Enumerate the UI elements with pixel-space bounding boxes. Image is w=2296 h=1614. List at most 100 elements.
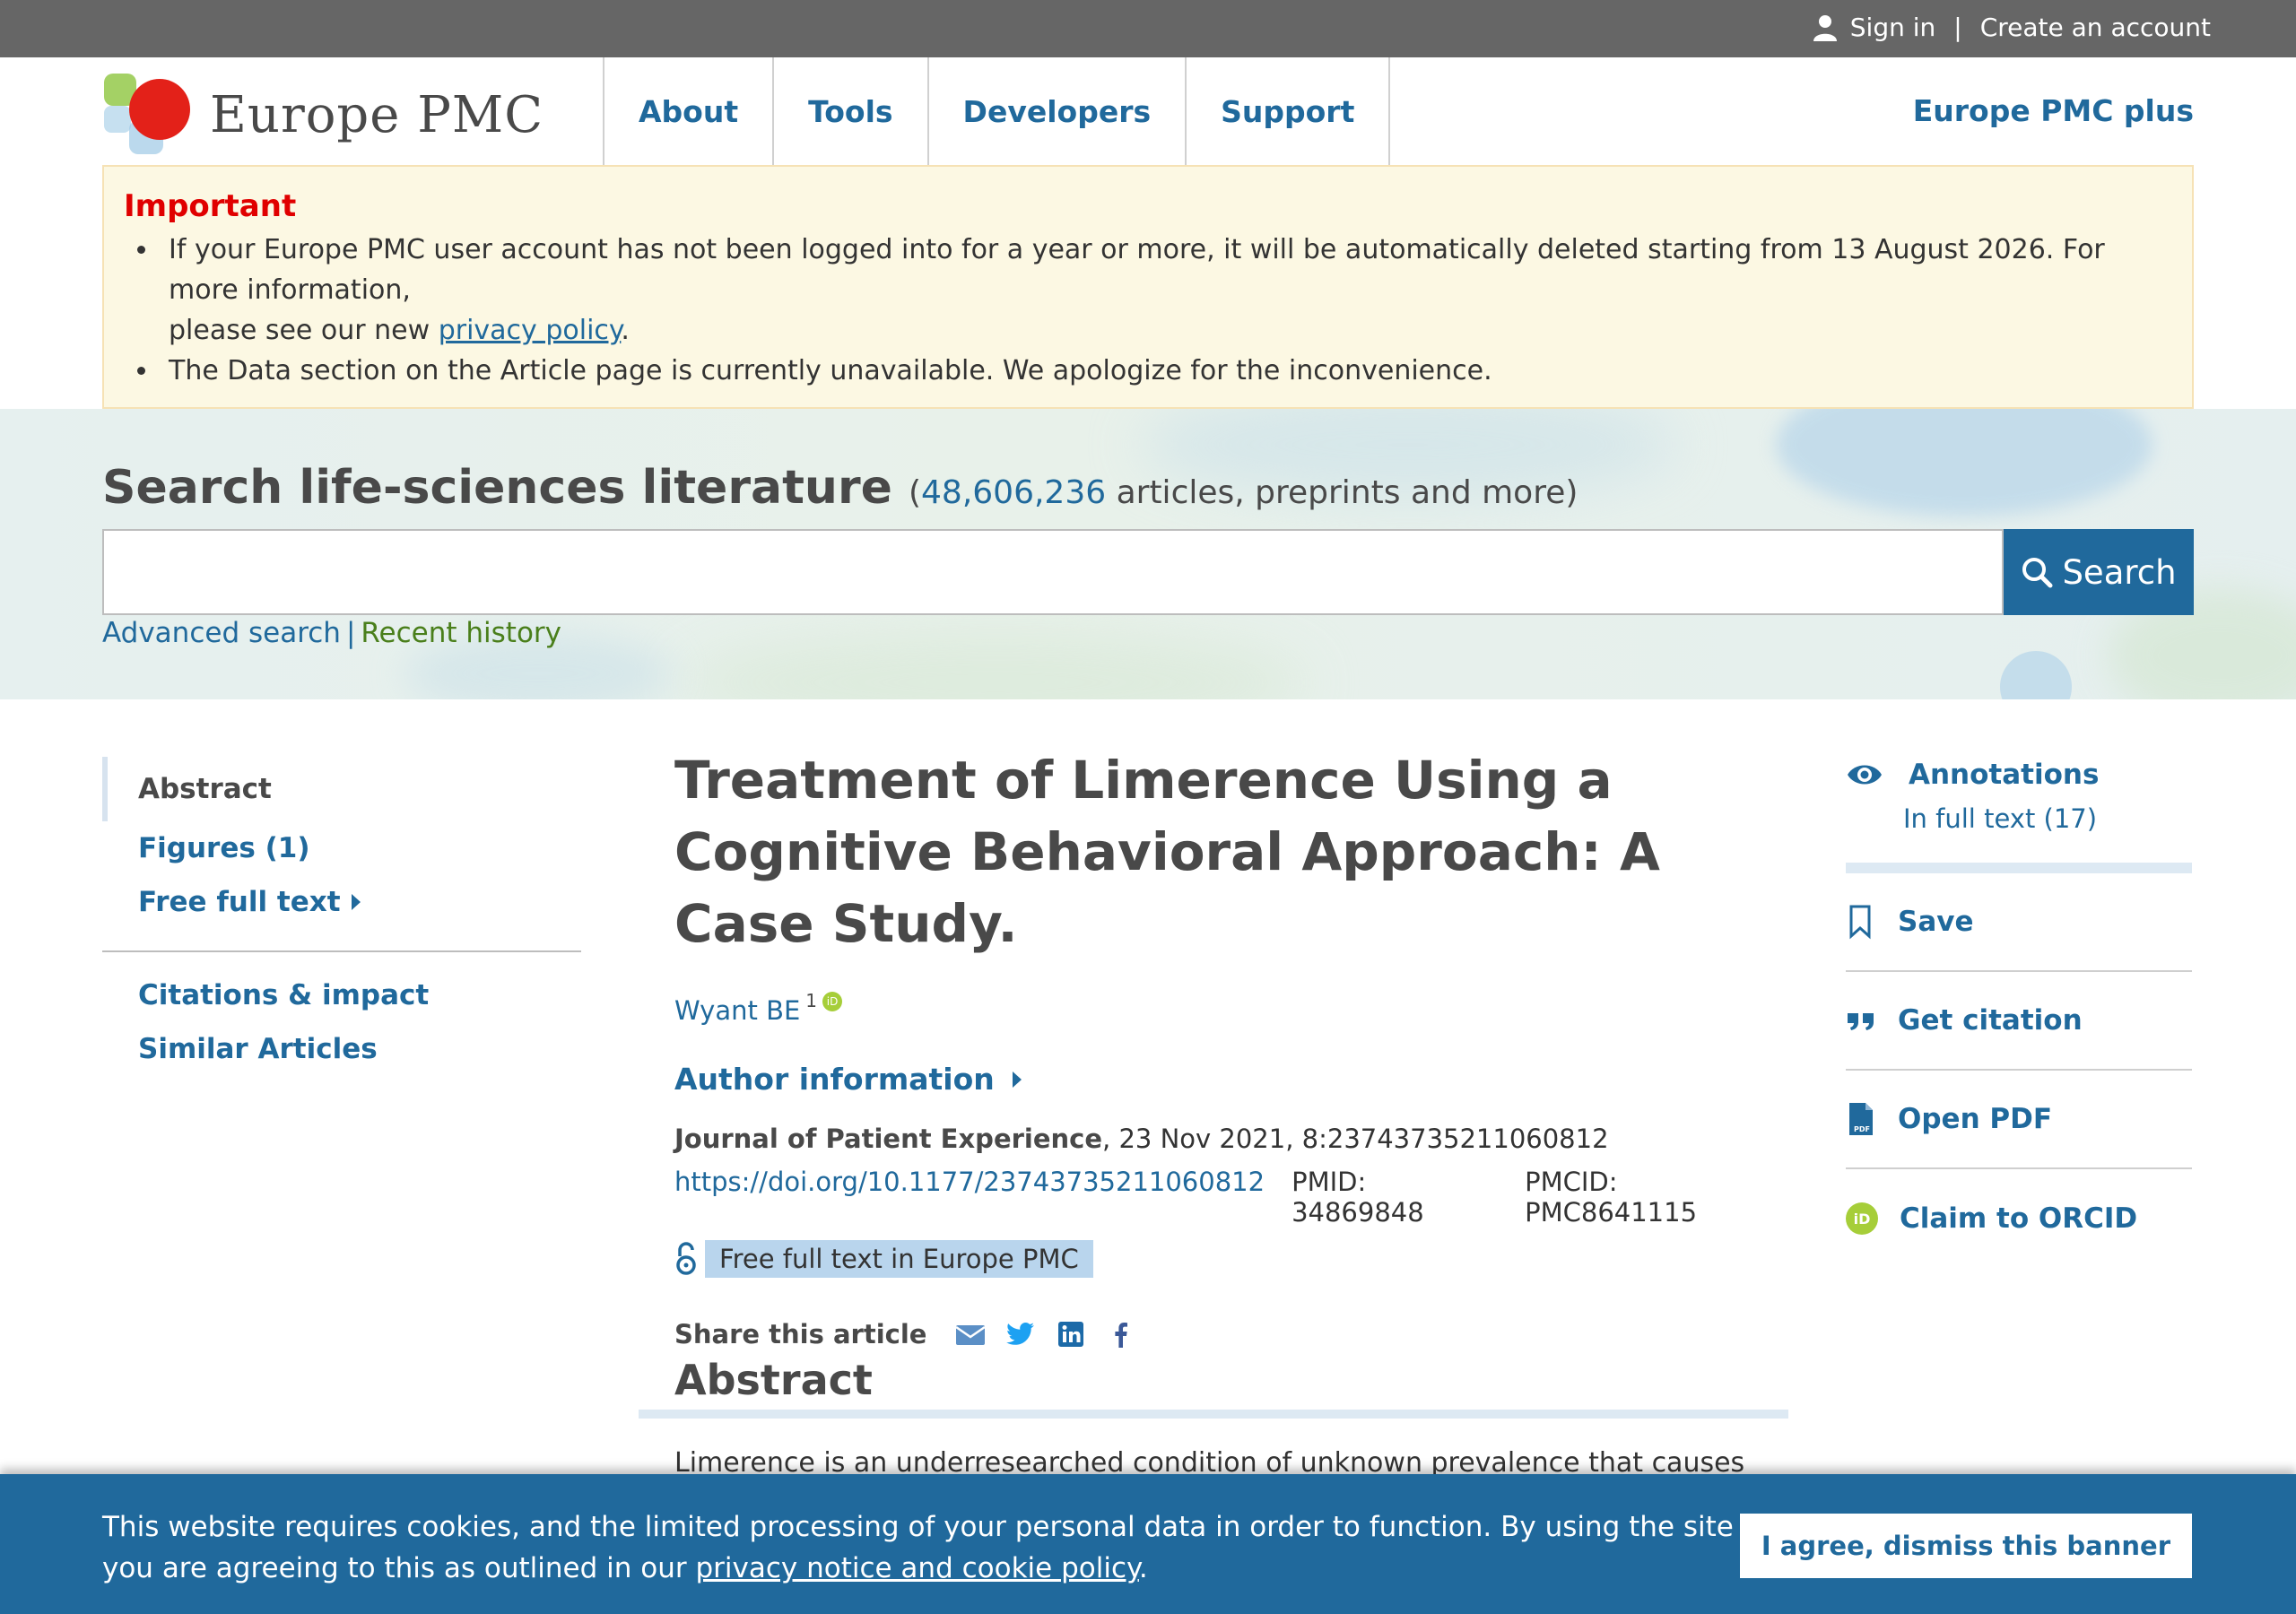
eye-icon	[1848, 765, 1882, 785]
leftnav-figures[interactable]: Figures (1)	[102, 821, 581, 875]
cookie-message: This website requires cookies, and the l…	[102, 1506, 1735, 1589]
background-blob	[1776, 409, 2152, 516]
orcid-icon: iD	[1846, 1202, 1878, 1235]
email-icon[interactable]	[955, 1320, 987, 1349]
open-pdf-label: Open PDF	[1898, 1103, 2053, 1135]
search-links: Advanced search | Recent history	[102, 617, 561, 649]
leftnav-citations[interactable]: Citations & impact	[102, 968, 581, 1022]
author-link[interactable]: Wyant BE	[674, 995, 800, 1026]
caret-right-icon	[1012, 1071, 1022, 1088]
search-section: Search life-sciences literature (48,606,…	[0, 409, 2296, 699]
search-button[interactable]: Search	[2004, 529, 2194, 615]
advanced-search-link[interactable]: Advanced search	[102, 617, 341, 649]
free-full-text-badge-label: Free full text in Europe PMC	[705, 1240, 1093, 1278]
linkedin-icon[interactable]	[1056, 1320, 1086, 1349]
leftnav-divider	[102, 950, 581, 952]
user-icon	[1813, 14, 1837, 41]
sign-in-link[interactable]: Sign in	[1850, 13, 1936, 42]
notice-item2-text: The Data section on the Article page is …	[169, 355, 1492, 386]
important-notice: Important If your Europe PMC user accoun…	[102, 165, 2194, 409]
article-count-open: (	[908, 474, 922, 511]
author-information-toggle[interactable]: Author information	[674, 1062, 1787, 1097]
europe-pmc-logo-icon	[104, 74, 190, 154]
search-heading: Search life-sciences literature (48,606,…	[102, 461, 1578, 515]
orcid-icon[interactable]: iD	[822, 992, 843, 1011]
dismiss-cookie-banner-button[interactable]: I agree, dismiss this banner	[1739, 1514, 2192, 1578]
quote-icon	[1848, 1013, 1874, 1030]
main-nav: About Tools Developers Support	[603, 57, 1391, 165]
claim-orcid-button[interactable]: iD Claim to ORCID	[1846, 1169, 2192, 1268]
pdf-icon: PDF	[1849, 1103, 1873, 1135]
facebook-icon[interactable]	[1106, 1320, 1136, 1349]
privacy-policy-link[interactable]: privacy policy	[439, 315, 622, 346]
nav-about[interactable]: About	[604, 57, 775, 165]
pmid: PMID: 34869848	[1292, 1167, 1424, 1228]
svg-text:PDF: PDF	[1854, 1125, 1870, 1133]
article-actions: Annotations In full text (17) Save Get c…	[1846, 759, 2192, 1268]
free-full-text-badge[interactable]: Free full text in Europe PMC	[674, 1240, 1787, 1278]
notice-item: The Data section on the Article page is …	[160, 351, 2172, 391]
get-citation-label: Get citation	[1898, 1004, 2083, 1037]
notice-item1-suffix: .	[621, 315, 630, 346]
leftnav-abstract[interactable]: Abstract	[102, 757, 581, 821]
notice-heading: Important	[124, 188, 297, 224]
author-information-label: Author information	[674, 1062, 995, 1097]
annotations-link[interactable]: Annotations	[1846, 759, 2192, 791]
notice-item1-prefix: please see our new	[169, 315, 439, 346]
doi-link[interactable]: https://doi.org/10.1177/2374373521106081…	[674, 1167, 1265, 1228]
abstract-divider	[639, 1410, 1788, 1419]
twitter-icon[interactable]	[1005, 1320, 1036, 1349]
account-links: Sign in | Create an account	[1813, 13, 2211, 42]
search-input[interactable]	[102, 529, 2004, 615]
save-button[interactable]: Save	[1846, 873, 2192, 972]
create-account-link[interactable]: Create an account	[1980, 13, 2211, 42]
claim-orcid-label: Claim to ORCID	[1900, 1202, 2138, 1235]
cookie-banner: This website requires cookies, and the l…	[0, 1474, 2296, 1614]
annotations-divider	[1846, 863, 2192, 873]
open-pdf-button[interactable]: PDF Open PDF	[1846, 1071, 2192, 1169]
annotations-label: Annotations	[1909, 759, 2100, 791]
search-links-separator: |	[345, 617, 356, 649]
nav-tools[interactable]: Tools	[774, 57, 929, 165]
get-citation-button[interactable]: Get citation	[1846, 972, 2192, 1071]
logo-text: Europe PMC	[210, 86, 544, 144]
background-blob	[2000, 651, 2072, 699]
cookie-policy-link[interactable]: privacy notice and cookie policy	[695, 1552, 1138, 1584]
notice-item: If your Europe PMC user account has not …	[160, 230, 2172, 351]
notice-item1-text: If your Europe PMC user account has not …	[169, 234, 2105, 306]
in-full-text-link[interactable]: In full text (17)	[1903, 803, 2192, 834]
share-row: Share this article	[674, 1319, 1787, 1349]
article-count: (48,606,236 articles, preprints and more…	[909, 474, 1578, 511]
abstract-heading: Abstract	[674, 1356, 873, 1404]
background-blob	[682, 633, 1309, 699]
author-affiliation-sup: 1	[805, 990, 818, 1011]
search-icon	[2022, 558, 2053, 588]
bookmark-icon	[1849, 905, 1871, 940]
author-line: Wyant BE 1 iD	[674, 990, 1787, 1026]
nav-developers[interactable]: Developers	[929, 57, 1187, 165]
europe-pmc-plus-link[interactable]: Europe PMC plus	[1913, 93, 2194, 128]
article-section-nav: Abstract Figures (1) Free full text Cita…	[102, 757, 581, 1076]
leftnav-free-full-text-label: Free full text	[138, 886, 341, 918]
article-count-number: 48,606,236	[921, 474, 1107, 511]
nav-support[interactable]: Support	[1187, 57, 1391, 165]
caret-right-icon	[351, 894, 361, 910]
open-access-icon	[676, 1242, 696, 1275]
recent-history-link[interactable]: Recent history	[361, 617, 561, 649]
article-count-suffix: articles, preprints and more)	[1106, 474, 1578, 511]
search-heading-text: Search life-sciences literature	[102, 461, 892, 515]
save-label: Save	[1898, 906, 1974, 938]
leftnav-similar[interactable]: Similar Articles	[102, 1022, 581, 1076]
share-label: Share this article	[674, 1319, 927, 1349]
article-title: Treatment of Limerence Using a Cognitive…	[674, 750, 1660, 954]
account-separator: |	[1953, 13, 1962, 42]
site-header: Europe PMC About Tools Developers Suppor…	[0, 57, 2296, 165]
cookie-message-suffix: .	[1138, 1552, 1148, 1584]
journal-details: , 23 Nov 2021, 8:23743735211060812	[1102, 1124, 1609, 1154]
notice-list: If your Europe PMC user account has not …	[160, 230, 2172, 391]
pmcid: PMCID: PMC8641115	[1525, 1167, 1698, 1228]
europe-pmc-logo[interactable]: Europe PMC	[102, 65, 544, 163]
article-main: Treatment of Limerence Using a Cognitive…	[674, 744, 1787, 1349]
leftnav-free-full-text[interactable]: Free full text	[102, 875, 581, 929]
top-bar: Sign in | Create an account	[0, 0, 2296, 57]
